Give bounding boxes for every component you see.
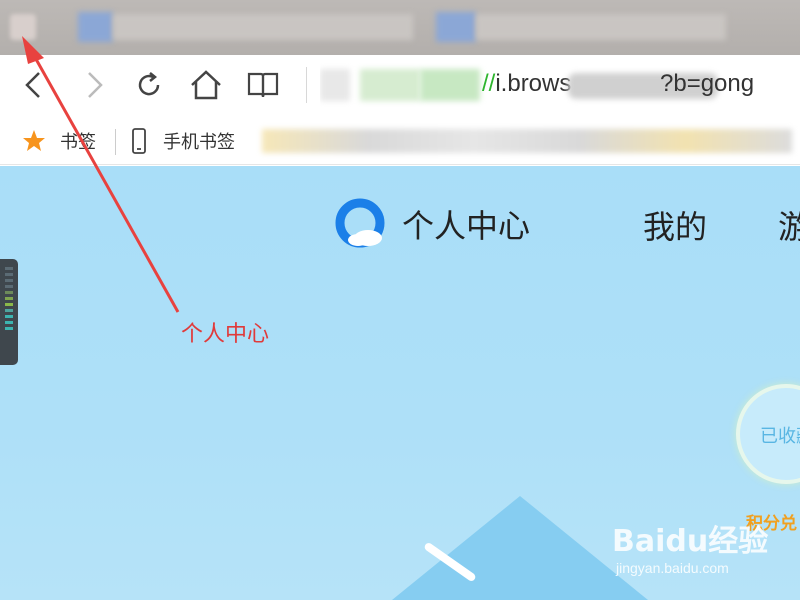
side-panel-handle[interactable] (0, 259, 18, 365)
page-title: 个人中心 (402, 207, 531, 245)
bookmark-label: 书签 (60, 132, 96, 153)
chevron-right-icon (88, 72, 103, 98)
phone-icon (132, 128, 146, 154)
back-button[interactable] (14, 65, 54, 105)
star-icon (23, 130, 45, 151)
bookmark-item-bookmarks[interactable]: 书签 (22, 127, 96, 155)
toolbar-divider (306, 67, 307, 103)
browser-toolbar: //i.brows ?b=gong (0, 55, 800, 117)
book-icon (247, 72, 279, 98)
collect-label: 已收藏 (760, 426, 800, 447)
url-text: //i.brows (482, 70, 571, 98)
tab-strip (0, 0, 800, 55)
reload-button[interactable] (129, 65, 169, 105)
chevron-left-icon (25, 72, 40, 98)
bookmark-label: 手机书签 (163, 132, 235, 153)
page-header: 个人中心 (332, 196, 530, 252)
collect-button[interactable]: 已收藏 (736, 384, 800, 484)
bookmarks-divider (115, 129, 116, 155)
watermark-brand: Baidu经验 (612, 524, 769, 559)
bookmark-item-mobile[interactable]: 手机书签 (131, 127, 235, 155)
home-button[interactable] (186, 65, 226, 105)
browser-logo-icon (332, 196, 388, 252)
address-bar[interactable]: //i.brows ?b=gong (320, 63, 800, 107)
reload-icon (138, 72, 160, 96)
annotation-label: 个人中心 (181, 322, 270, 347)
forward-button[interactable] (74, 65, 114, 105)
nav-link-mine[interactable]: 我的 (643, 202, 707, 248)
nav-link-games[interactable]: 游 (778, 202, 800, 248)
bookmarks-bar: 书签 手机书签 (0, 117, 800, 165)
baidu-watermark: Baidu经验 jingyan.baidu.com (612, 516, 768, 576)
reader-button[interactable] (243, 65, 283, 105)
url-host: i.brows (495, 70, 572, 97)
url-slash: // (482, 70, 496, 97)
tab-favicon[interactable] (10, 14, 36, 40)
watermark-url: jingyan.baidu.com (616, 560, 729, 576)
url-query: ?b=gong (660, 70, 755, 97)
home-icon (191, 70, 221, 100)
